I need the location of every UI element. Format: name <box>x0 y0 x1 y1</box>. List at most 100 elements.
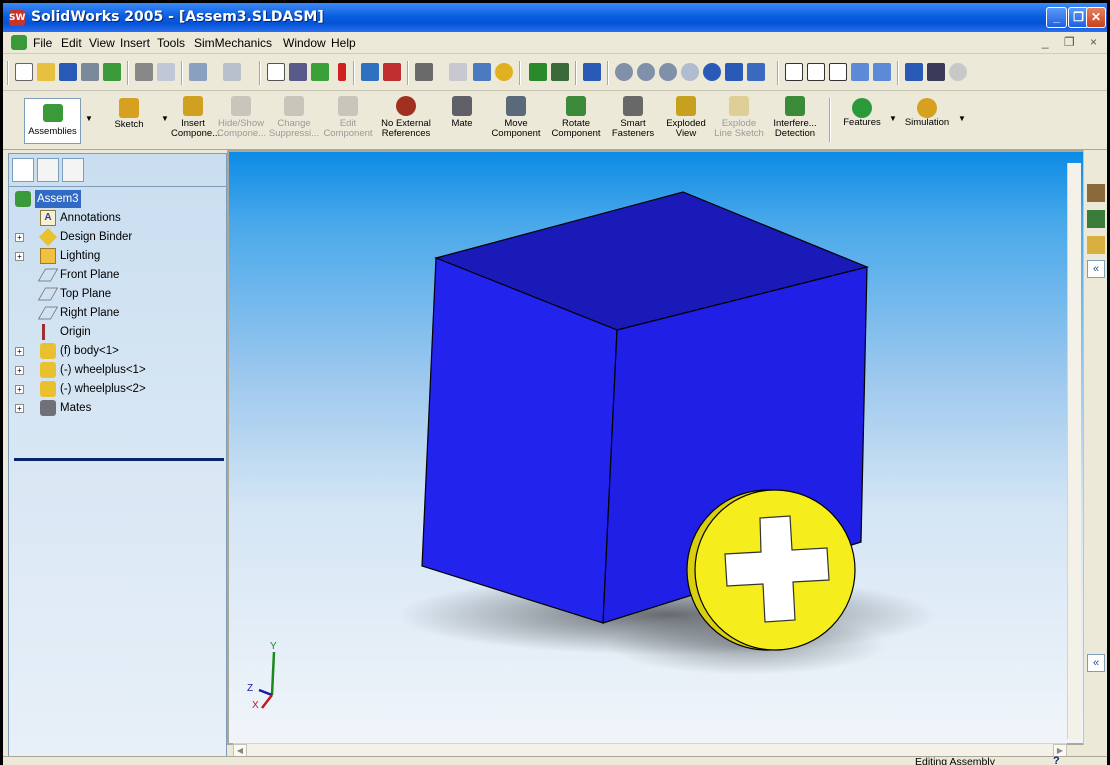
hide-show-component-button[interactable]: Hide/Show Compone... <box>217 96 266 146</box>
tree-item-label: Lighting <box>60 250 101 262</box>
expand-icon[interactable]: + <box>15 404 24 413</box>
change-suppression-label-2: Suppressi... <box>268 128 320 139</box>
menu-help[interactable]: Help <box>331 36 356 50</box>
close-button[interactable]: ✕ <box>1086 7 1106 28</box>
collapse-pane-icon[interactable]: « <box>1087 260 1105 278</box>
edit-component-button[interactable]: Edit Component <box>322 96 374 146</box>
expand-pane-icon[interactable]: « <box>1087 654 1105 672</box>
menu-view[interactable]: View <box>89 36 115 50</box>
change-suppression-button[interactable]: Change Suppressi... <box>267 96 321 146</box>
minimize-button[interactable]: _ <box>1046 7 1067 28</box>
select-other-icon[interactable] <box>289 63 307 81</box>
menu-tools[interactable]: Tools <box>157 36 185 50</box>
pan-icon[interactable] <box>725 63 743 81</box>
insert-component-button[interactable]: Insert Compone... <box>171 96 220 146</box>
shaded-icon[interactable] <box>873 63 891 81</box>
zoom-area-icon[interactable] <box>637 63 655 81</box>
new-document-icon[interactable] <box>15 63 33 81</box>
graphics-area[interactable]: Y Z X <box>227 150 1083 745</box>
model-view[interactable]: Y Z X <box>227 150 1083 745</box>
measure-icon[interactable] <box>449 63 467 81</box>
file-explorer-icon[interactable] <box>1087 236 1105 254</box>
rotate-component-button[interactable]: Rotate Component <box>547 96 605 146</box>
vertical-scrollbar[interactable] <box>1067 163 1081 739</box>
home-icon[interactable] <box>1087 184 1105 202</box>
zoom-fit-icon[interactable] <box>615 63 633 81</box>
make-assembly-icon[interactable] <box>103 63 121 81</box>
expand-icon[interactable]: + <box>15 233 24 242</box>
redo-icon[interactable] <box>223 63 241 81</box>
rebuild-icon[interactable] <box>338 63 346 81</box>
move-component-button[interactable]: Move Component <box>487 96 545 146</box>
perspective-icon[interactable] <box>927 63 945 81</box>
features-dropdown-chevron-icon[interactable]: ▼ <box>889 114 897 123</box>
print-preview-icon[interactable] <box>81 63 99 81</box>
triad-x-axis <box>261 694 273 709</box>
sketch-icon[interactable] <box>311 63 329 81</box>
rebuild-tools-icon[interactable] <box>551 63 569 81</box>
print-preview-page-icon[interactable] <box>157 63 175 81</box>
expand-icon[interactable]: + <box>15 385 24 394</box>
interference-detection-button[interactable]: Interfere... Detection <box>767 96 823 146</box>
wireframe-icon[interactable] <box>785 63 803 81</box>
toolbar-separator <box>407 61 409 85</box>
save-icon[interactable] <box>59 63 77 81</box>
mate-button[interactable]: Mate <box>437 96 487 146</box>
property-manager-tab-icon[interactable] <box>37 158 59 182</box>
smart-fasteners-button[interactable]: Smart Fasteners <box>607 96 659 146</box>
design-library-icon[interactable] <box>1087 210 1105 228</box>
smart-fasteners-icon <box>623 96 643 116</box>
expand-icon[interactable]: + <box>15 366 24 375</box>
menu-window[interactable]: Window <box>283 36 326 50</box>
print-icon[interactable] <box>135 63 153 81</box>
menu-edit[interactable]: Edit <box>61 36 82 50</box>
properties-icon[interactable] <box>473 63 491 81</box>
exploded-view-button[interactable]: Exploded View <box>661 96 711 146</box>
sketch-dropdown-chevron-icon[interactable]: ▼ <box>161 114 169 123</box>
no-external-references-button[interactable]: No External References <box>377 96 435 146</box>
mate-label: Mate <box>451 118 473 129</box>
brick-icon[interactable] <box>383 63 401 81</box>
menu-bar: File Edit View Insert Tools SimMechanics… <box>3 32 1107 54</box>
assemblies-tab[interactable]: Assemblies <box>24 98 81 144</box>
zoom-selection-icon[interactable] <box>681 63 699 81</box>
explode-line-sketch-button[interactable]: Explode Line Sketch <box>713 96 765 146</box>
shadows-icon[interactable] <box>949 63 967 81</box>
menu-insert[interactable]: Insert <box>120 36 150 50</box>
sum-icon[interactable] <box>415 63 433 81</box>
menu-simmechanics[interactable]: SimMechanics <box>194 36 272 50</box>
shaded-with-edges-icon[interactable] <box>851 63 869 81</box>
hidden-lines-visible-icon[interactable] <box>807 63 825 81</box>
features-button[interactable]: Features <box>837 96 887 146</box>
expand-icon[interactable]: + <box>15 347 24 356</box>
expand-icon[interactable]: + <box>15 252 24 261</box>
title-bar[interactable]: SW SolidWorks 2005 - [Assem3.SLDASM] _ ❐… <box>3 3 1107 32</box>
insert-component-label-2: Compone... <box>171 128 221 139</box>
help-icon[interactable] <box>495 63 513 81</box>
select-arrow-icon[interactable] <box>267 63 285 81</box>
wheel-part[interactable] <box>686 489 856 651</box>
rotate-view-icon[interactable] <box>703 63 721 81</box>
feature-manager-tab-icon[interactable] <box>12 158 34 182</box>
view-orientation-icon[interactable] <box>583 63 601 81</box>
menu-file[interactable]: File <box>33 36 52 50</box>
section-view-icon[interactable] <box>905 63 923 81</box>
standard-views-icon[interactable] <box>747 63 765 81</box>
undo-icon[interactable] <box>189 63 207 81</box>
open-folder-icon[interactable] <box>37 63 55 81</box>
sketch-button[interactable]: Sketch <box>103 96 155 146</box>
assembly-doc-icon[interactable] <box>11 35 27 50</box>
rollback-bar[interactable] <box>14 458 224 461</box>
hidden-lines-removed-icon[interactable] <box>829 63 847 81</box>
grid-icon[interactable] <box>361 63 379 81</box>
tree-item-label: Mates <box>60 402 92 414</box>
configuration-manager-tab-icon[interactable] <box>62 158 84 182</box>
simulation-button[interactable]: Simulation <box>899 96 955 146</box>
simulation-dropdown-chevron-icon[interactable]: ▼ <box>958 114 966 123</box>
help-icon[interactable]: ? <box>1053 755 1060 765</box>
zoom-in-out-icon[interactable] <box>659 63 677 81</box>
link-icon[interactable] <box>529 63 547 81</box>
horizontal-scrollbar[interactable]: ◀ ▶ <box>233 743 1067 757</box>
document-window-controls[interactable]: _ ❐ × <box>1042 35 1103 49</box>
assemblies-dropdown-chevron-icon[interactable]: ▼ <box>85 114 93 123</box>
